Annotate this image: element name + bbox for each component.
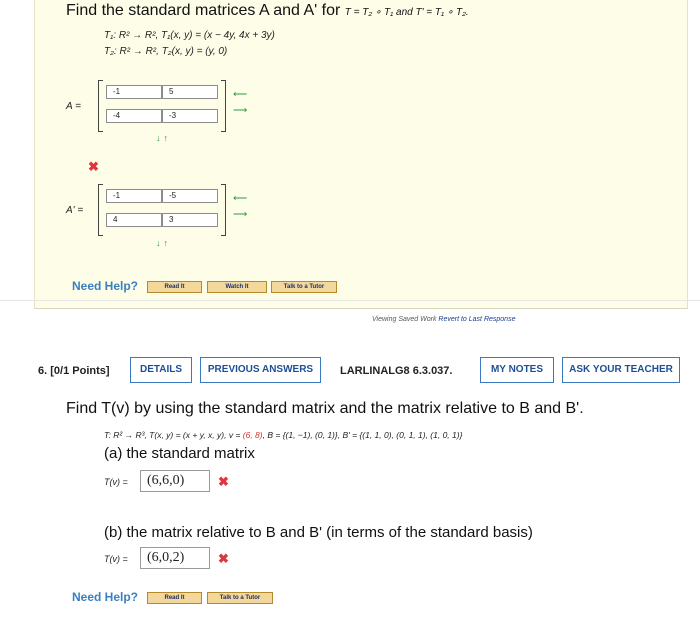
matrix-a-prime-label: A' = [66, 205, 84, 216]
matrix-a-cell-21[interactable]: -4 [106, 109, 162, 123]
incorrect-icon: ✖ [218, 551, 229, 566]
answer-a-field[interactable]: (6,6,0) [140, 470, 210, 492]
ask-your-teacher-button[interactable]: ASK YOUR TEACHER [562, 357, 680, 383]
title-formula: T = T₂ ∘ T₁ and T' = T₁ ∘ T₂. [344, 7, 469, 18]
t2-definition: T₂: R² → R², T₂(x, y) = (y, 0) [104, 46, 228, 57]
tv-label-a: T(v) = [104, 477, 128, 487]
my-notes-button[interactable]: MY NOTES [480, 357, 554, 383]
matrix-a-cell-12[interactable]: 5 [162, 85, 218, 99]
question-number: 6. [38, 365, 48, 377]
row-swap-arrows-icon[interactable]: ⟵ ⟶ [233, 90, 247, 116]
t1-definition: T₁: R² → R², T₁(x, y) = (x − 4y, 4x + 3y… [104, 30, 275, 41]
column-arrows-icon[interactable]: ↓↑ [156, 238, 171, 248]
matrix-a-prime-cell-12[interactable]: -5 [162, 189, 218, 203]
row-swap-arrows-icon[interactable]: ⟵ ⟶ [233, 194, 247, 220]
part-b-label: (b) the matrix relative to B and B' (in … [104, 524, 533, 541]
details-button[interactable]: DETAILS [130, 357, 192, 383]
right-bracket [221, 184, 226, 236]
question-6-given: T: R² → R³, T(x, y) = (x + y, x, y), v =… [104, 430, 462, 440]
question-points: [0/1 Points] [50, 365, 110, 377]
matrix-a-cell-22[interactable]: -3 [162, 109, 218, 123]
divider [0, 300, 700, 301]
talk-to-tutor-button[interactable]: Talk to a Tutor [207, 592, 273, 604]
column-arrows-icon[interactable]: ↓↑ [156, 133, 171, 143]
matrix-a-prime-cell-21[interactable]: 4 [106, 213, 162, 227]
incorrect-icon: ✖ [88, 159, 99, 174]
row-arrow-right-icon[interactable]: ⟶ [233, 210, 247, 220]
matrix-a: -1 5 -4 -3 [98, 80, 226, 132]
tv-label-b: T(v) = [104, 554, 128, 564]
matrix-a-prime: -1 -5 4 3 [98, 184, 226, 236]
given-definition: T: R² → R³, T(x, y) = (x + y, x, y), v = [104, 430, 243, 440]
matrix-a-label: A = [66, 101, 81, 112]
matrix-a-cell-11[interactable]: -1 [106, 85, 162, 99]
matrix-a-prime-cell-11[interactable]: -1 [106, 189, 162, 203]
left-bracket [98, 184, 103, 236]
talk-to-tutor-button[interactable]: Talk to a Tutor [271, 281, 337, 293]
row-arrow-right-icon[interactable]: ⟶ [233, 106, 247, 116]
viewing-text: Viewing Saved Work [372, 316, 437, 323]
given-vector: (6, 8) [242, 430, 263, 440]
title-text: Find the standard matrices A and A' for [66, 2, 345, 19]
row-arrow-left-icon[interactable]: ⟵ [233, 90, 247, 100]
answer-b-field[interactable]: (6,0,2) [140, 547, 210, 569]
question-5-title: Find the standard matrices A and A' for … [66, 2, 469, 20]
read-it-button[interactable]: Read It [147, 592, 202, 604]
need-help-label: Need Help? [72, 279, 139, 293]
question-code: LARLINALG8 6.3.037. [340, 365, 453, 377]
previous-answers-button[interactable]: PREVIOUS ANSWERS [200, 357, 321, 383]
question-6-header: 6. [0/1 Points] [38, 365, 110, 377]
part-a-label: (a) the standard matrix [104, 445, 255, 462]
given-bases: , B = {(1, −1), (0, 1)}, B' = {(1, 1, 0)… [262, 430, 463, 440]
revert-link[interactable]: Revert to Last Response [438, 316, 515, 323]
right-bracket [221, 80, 226, 132]
question-6-prompt: Find T(v) by using the standard matrix a… [66, 400, 584, 417]
row-arrow-left-icon[interactable]: ⟵ [233, 194, 247, 204]
watch-it-button[interactable]: Watch It [207, 281, 267, 293]
read-it-button[interactable]: Read It [147, 281, 202, 293]
viewing-saved-work: Viewing Saved Work Revert to Last Respon… [372, 316, 515, 323]
matrix-a-prime-cell-22[interactable]: 3 [162, 213, 218, 227]
left-bracket [98, 80, 103, 132]
need-help-label: Need Help? [72, 590, 139, 604]
incorrect-icon: ✖ [218, 474, 229, 489]
